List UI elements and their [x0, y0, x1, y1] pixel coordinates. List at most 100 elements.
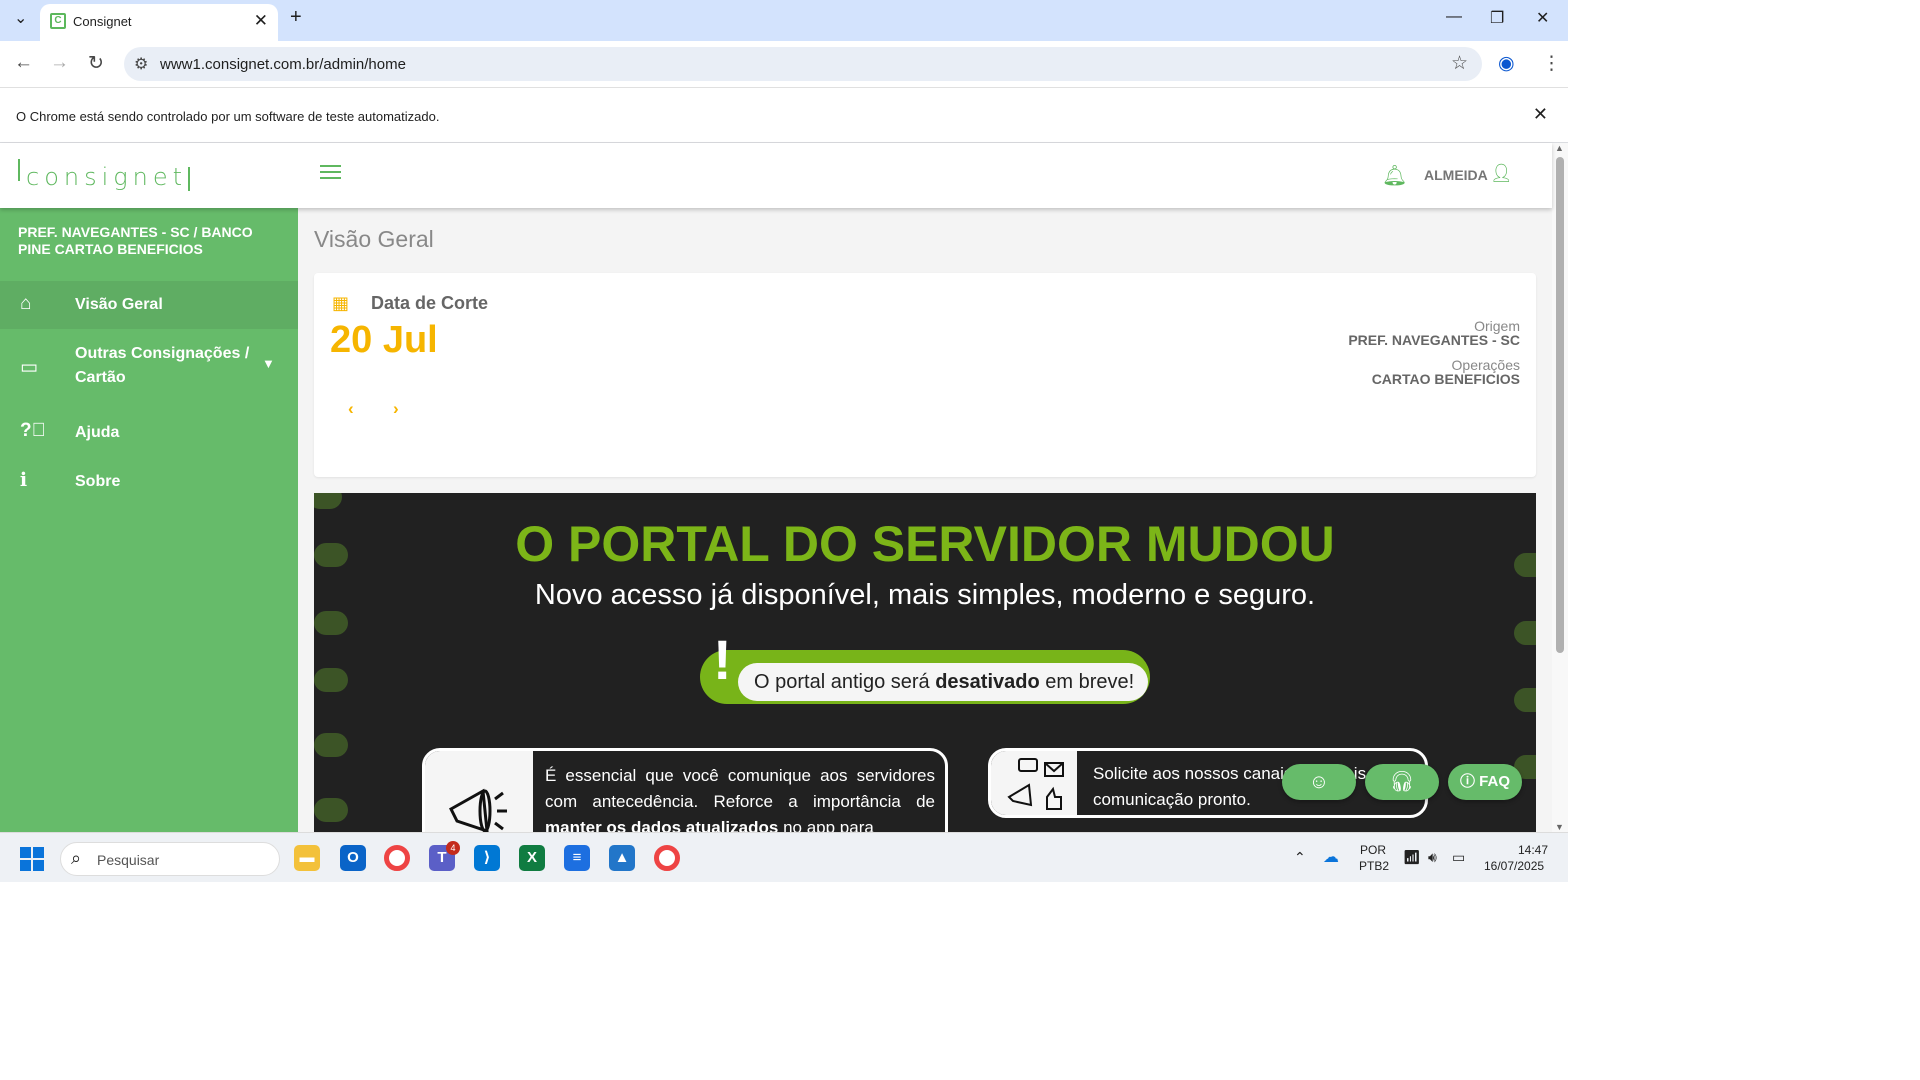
sidebar-item-outras-consignacoes[interactable]: ▭ Outras Consignações / Cartão ▼	[0, 342, 298, 394]
sidebar-item-label: Outras Consignações / Cartão	[75, 345, 250, 386]
url-text[interactable]: www1.consignet.com.br/admin/home	[160, 56, 406, 73]
headset-icon: 🎧︎	[1389, 771, 1415, 793]
decor-dash	[314, 668, 348, 692]
chrome-active-icon[interactable]	[654, 845, 680, 871]
volume-icon[interactable]: 🔊︎	[1428, 849, 1437, 866]
outlook-icon[interactable]: O	[340, 845, 366, 871]
banner-title: O PORTAL DO SERVIDOR MUDOU	[515, 516, 1335, 572]
file-explorer-icon[interactable]: ▬	[294, 845, 320, 871]
operacoes-block: Operações CARTAO BENEFICIOS	[1372, 357, 1520, 387]
exclamation-icon: !	[713, 628, 732, 691]
browser-tab[interactable]: C Consignet ✕	[40, 4, 278, 41]
windows-start-icon[interactable]	[20, 847, 44, 871]
home-icon: ⌂	[20, 293, 32, 314]
pill-text-post: em breve!	[1039, 671, 1135, 693]
deactivation-notice: O portal antigo será desativado em breve…	[738, 663, 1148, 701]
tab-list-chevron-icon[interactable]: ⌄	[14, 8, 27, 28]
minimize-icon[interactable]: —	[1446, 8, 1462, 26]
box1-text: É essencial que você comunique aos servi…	[545, 763, 935, 832]
forward-icon[interactable]: →	[50, 52, 69, 74]
calendar-icon: ▦	[332, 293, 350, 313]
help-circle-icon: ?⃝	[20, 420, 46, 441]
page-scrollbar[interactable]: ▲ ▼	[1552, 143, 1568, 832]
clock-time[interactable]: 14:47	[1518, 843, 1548, 857]
hamburger-menu-icon[interactable]	[320, 165, 341, 181]
search-placeholder: Pesquisar	[97, 852, 160, 868]
faq-label: FAQ	[1479, 773, 1511, 790]
chrome-icon[interactable]	[384, 845, 410, 871]
decor-dash	[1514, 621, 1536, 645]
battery-icon[interactable]: ▭	[1452, 849, 1465, 866]
wifi-icon[interactable]: 📶︎	[1403, 849, 1421, 866]
clock-date[interactable]: 16/07/2025	[1484, 859, 1544, 873]
app-header: consignet 🔔︎ ALMEIDA 👤︎	[0, 143, 1552, 208]
user-icon[interactable]: 👤︎	[1490, 163, 1513, 184]
next-arrow-icon[interactable]: ›	[393, 399, 399, 419]
communication-icon-pane	[991, 751, 1077, 815]
communication-icon	[1007, 758, 1064, 810]
box1-text-bold: manter os dados atualizados	[545, 818, 779, 832]
automation-infobar: O Chrome está sendo controlado por um so…	[0, 88, 1568, 143]
sidebar-item-sobre[interactable]: ℹ Sobre	[0, 463, 298, 499]
megaphone-icon	[449, 788, 507, 832]
credit-card-icon: ▭	[20, 357, 38, 378]
faq-button[interactable]: ⓘ FAQ	[1448, 764, 1522, 800]
notepad-icon[interactable]: ≡	[564, 845, 590, 871]
feedback-button[interactable]: ☺	[1282, 764, 1356, 800]
origem-value: PREF. NAVEGANTES - SC	[1348, 332, 1520, 348]
sidebar: PREF. NAVEGANTES - SC / BANCO PINE CARTA…	[0, 208, 298, 832]
consignet-logo[interactable]: consignet	[18, 159, 190, 191]
close-tab-icon[interactable]: ✕	[254, 11, 268, 31]
reload-icon[interactable]: ↻	[88, 52, 104, 75]
notification-bell-icon[interactable]: 🔔︎	[1382, 163, 1407, 188]
tab-title: Consignet	[73, 14, 132, 29]
lang-line1[interactable]: POR	[1360, 843, 1386, 857]
address-bar[interactable]: ⚙ www1.consignet.com.br/admin/home ☆	[124, 47, 1482, 81]
prev-arrow-icon[interactable]: ‹	[348, 399, 354, 419]
question-circle-icon: ⓘ	[1459, 773, 1475, 790]
vscode-icon[interactable]: ⟩	[474, 845, 500, 871]
info-box-communicate: É essencial que você comunique aos servi…	[422, 748, 948, 832]
site-settings-icon[interactable]: ⚙	[134, 54, 148, 74]
decor-dash	[314, 493, 342, 509]
org-name: PREF. NAVEGANTES - SC / BANCO PINE CARTA…	[18, 224, 253, 257]
info-icon: ℹ	[20, 470, 28, 491]
taskbar-search[interactable]: ⌕ Pesquisar	[60, 842, 280, 876]
data-de-corte-card: ▦ Data de Corte 20 Jul ‹ › Origem PREF. …	[314, 273, 1536, 477]
box1-text-pre: É essencial que você comunique aos servi…	[545, 766, 935, 811]
excel-icon[interactable]: X	[519, 845, 545, 871]
onedrive-icon[interactable]: ☁	[1323, 847, 1339, 867]
corte-label: Data de Corte	[371, 293, 489, 313]
bookmark-star-icon[interactable]: ☆	[1451, 52, 1468, 75]
box1-text-post: no app para	[778, 818, 874, 832]
photos-icon[interactable]: ▲	[609, 845, 635, 871]
support-button[interactable]: 🎧︎	[1365, 764, 1439, 800]
decor-dash	[1514, 688, 1536, 712]
info-box-request: Solicite aos nossos canais materiais de …	[988, 748, 1428, 818]
close-infobar-icon[interactable]: ✕	[1533, 104, 1548, 125]
lang-line2[interactable]: PTB2	[1359, 859, 1389, 873]
teams-badge: 4	[446, 841, 460, 855]
profile-icon[interactable]: ◉	[1498, 52, 1515, 75]
browser-menu-icon[interactable]: ⋮	[1542, 52, 1561, 75]
restore-icon[interactable]: ❐	[1490, 8, 1504, 28]
sidebar-item-visao-geral[interactable]: ⌂ Visão Geral	[0, 281, 298, 329]
sidebar-item-ajuda[interactable]: ?⃝ Ajuda	[0, 414, 298, 450]
main-content: Visão Geral ▦ Data de Corte 20 Jul ‹ › O…	[298, 208, 1552, 832]
dropdown-arrow-icon[interactable]: ▼	[262, 356, 275, 371]
back-icon[interactable]: ←	[14, 52, 33, 74]
tray-chevron-icon[interactable]: ⌃	[1294, 849, 1306, 866]
sidebar-item-label: Visão Geral	[75, 296, 163, 313]
new-tab-icon[interactable]: +	[290, 6, 302, 29]
pill-text-pre: O portal antigo será	[754, 671, 936, 693]
scroll-up-icon[interactable]: ▲	[1555, 143, 1564, 153]
megaphone-icon-pane	[425, 751, 533, 832]
decor-dash	[314, 798, 348, 822]
user-name[interactable]: ALMEIDA	[1424, 167, 1488, 183]
windows-taskbar: ⌕ Pesquisar ▬ O T 4 ⟩ X ≡ ▲ ⌃ ☁ POR PTB2…	[0, 832, 1568, 882]
logo-bracket-right	[188, 167, 190, 191]
close-window-icon[interactable]: ✕	[1536, 8, 1549, 28]
page-title: Visão Geral	[314, 226, 434, 252]
scroll-thumb[interactable]	[1556, 157, 1564, 653]
scroll-down-icon[interactable]: ▼	[1555, 822, 1564, 832]
